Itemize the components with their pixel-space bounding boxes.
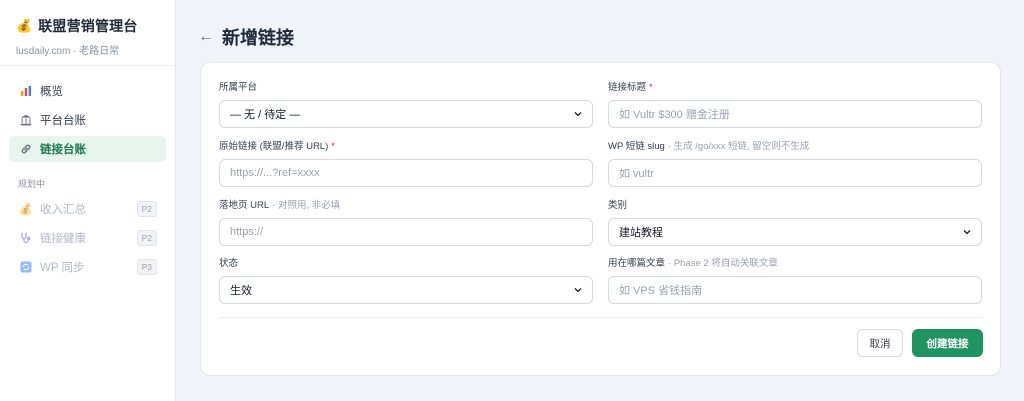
link-title-field: 链接标题 * 如 Vultr $300 赠金注册	[608, 81, 982, 128]
landing-url-placeholder: https://	[230, 226, 264, 238]
original-url-label: 原始链接 (联盟/推荐 URL) *	[219, 141, 335, 152]
article-field: 用在哪篇文章 · Phase 2 将自动关联文章 如 VPS 省钱指南	[608, 257, 982, 304]
category-label: 类别	[608, 200, 628, 211]
bank-icon	[18, 114, 34, 126]
wp-slug-placeholder: 如 vultr	[619, 168, 654, 180]
page-header: ← 新增链接	[198, 24, 294, 50]
wp-slug-label: WP 短链 slug · 生成 /go/xxx 短链, 留空则不生成	[608, 141, 810, 152]
article-input[interactable]: 如 VPS 省钱指南	[608, 276, 982, 304]
sidebar-item-overview[interactable]: 概览	[9, 78, 166, 104]
link-icon	[18, 143, 34, 155]
sync-icon	[18, 261, 34, 273]
platform-select[interactable]: — 无 / 待定 —	[219, 100, 593, 128]
stethoscope-icon	[18, 232, 34, 244]
cancel-button[interactable]: 取消	[857, 329, 903, 357]
wp-slug-field: WP 短链 slug · 生成 /go/xxx 短链, 留空则不生成 如 vult…	[608, 140, 982, 187]
landing-url-label: 落地页 URL · 对照用, 非必填	[219, 200, 341, 211]
phase-badge: P2	[136, 230, 157, 246]
phase-badge: P2	[136, 201, 157, 217]
article-placeholder: 如 VPS 省钱指南	[619, 285, 703, 297]
sidebar-item-label: 收入汇总	[40, 204, 86, 216]
sidebar-nav: 概览 平台台账 链接台账 规划中 💰 收入汇总 P2 链接健康 P2 WP 同步…	[0, 66, 175, 280]
chevron-down-icon	[963, 230, 971, 235]
form-divider	[219, 317, 982, 318]
sidebar-item-link-health: 链接健康 P2	[9, 225, 166, 251]
page-title: 新增链接	[222, 28, 294, 48]
chevron-down-icon	[574, 112, 582, 117]
brand: 💰 联盟营销管理台 lusdaily.com · 老路日常	[0, 0, 175, 66]
sidebar-item-label: 平台台账	[40, 115, 86, 127]
original-url-field: 原始链接 (联盟/推荐 URL) * https://...?ref=xxxx	[219, 140, 593, 187]
back-arrow-icon[interactable]: ←	[198, 27, 214, 47]
brand-subtitle: lusdaily.com · 老路日常	[16, 46, 120, 57]
link-title-input[interactable]: 如 Vultr $300 赠金注册	[608, 100, 982, 128]
sidebar-item-wp-sync: WP 同步 P3	[9, 254, 166, 280]
platform-field: 所属平台 — 无 / 待定 —	[219, 81, 593, 128]
chart-icon	[18, 85, 34, 97]
category-field: 类别 建站教程	[608, 199, 982, 246]
sidebar: 💰 联盟营销管理台 lusdaily.com · 老路日常 概览 平台台账 链接…	[0, 0, 176, 401]
required-marker: *	[331, 141, 335, 152]
sidebar-item-label: 概览	[40, 86, 63, 98]
platform-select-value: — 无 / 待定 —	[230, 109, 301, 121]
money-bag-icon: 💰	[18, 204, 34, 216]
status-field: 状态 生效	[219, 257, 593, 304]
nav-section-label: 规划中	[18, 179, 46, 189]
status-select-value: 生效	[230, 285, 252, 297]
required-marker: *	[649, 82, 653, 93]
sidebar-item-label: 链接台账	[40, 144, 86, 156]
original-url-placeholder: https://...?ref=xxxx	[230, 167, 320, 179]
wp-slug-input[interactable]: 如 vultr	[608, 159, 982, 187]
link-title-placeholder: 如 Vultr $300 赠金注册	[619, 109, 730, 121]
sidebar-item-revenue: 💰 收入汇总 P2	[9, 196, 166, 222]
article-label: 用在哪篇文章 · Phase 2 将自动关联文章	[608, 258, 778, 269]
phase-badge: P3	[136, 259, 157, 275]
create-link-button[interactable]: 创建链接	[912, 329, 983, 357]
article-hint: · Phase 2 将自动关联文章	[668, 258, 778, 269]
category-select-value: 建站教程	[619, 227, 663, 239]
category-select[interactable]: 建站教程	[608, 218, 982, 246]
platform-label: 所属平台	[219, 82, 258, 93]
landing-url-hint: · 对照用, 非必填	[272, 200, 341, 211]
chevron-down-icon	[574, 288, 582, 293]
sidebar-item-platforms[interactable]: 平台台账	[9, 107, 166, 133]
status-select[interactable]: 生效	[219, 276, 593, 304]
money-bag-icon: 💰	[16, 18, 33, 33]
status-label: 状态	[219, 258, 239, 269]
wp-slug-hint: · 生成 /go/xxx 短链, 留空则不生成	[667, 141, 810, 152]
brand-title: 联盟营销管理台	[38, 18, 138, 34]
sidebar-item-label: 链接健康	[40, 233, 86, 245]
original-url-input[interactable]: https://...?ref=xxxx	[219, 159, 593, 187]
link-title-label: 链接标题 *	[608, 82, 653, 93]
landing-url-input[interactable]: https://	[219, 218, 593, 246]
new-link-form: 所属平台 — 无 / 待定 — 链接标题 * 如 Vultr $300 赠金注册 …	[200, 62, 1001, 376]
sidebar-item-links[interactable]: 链接台账	[9, 136, 166, 162]
sidebar-item-label: WP 同步	[40, 262, 85, 274]
landing-url-field: 落地页 URL · 对照用, 非必填 https://	[219, 199, 593, 246]
